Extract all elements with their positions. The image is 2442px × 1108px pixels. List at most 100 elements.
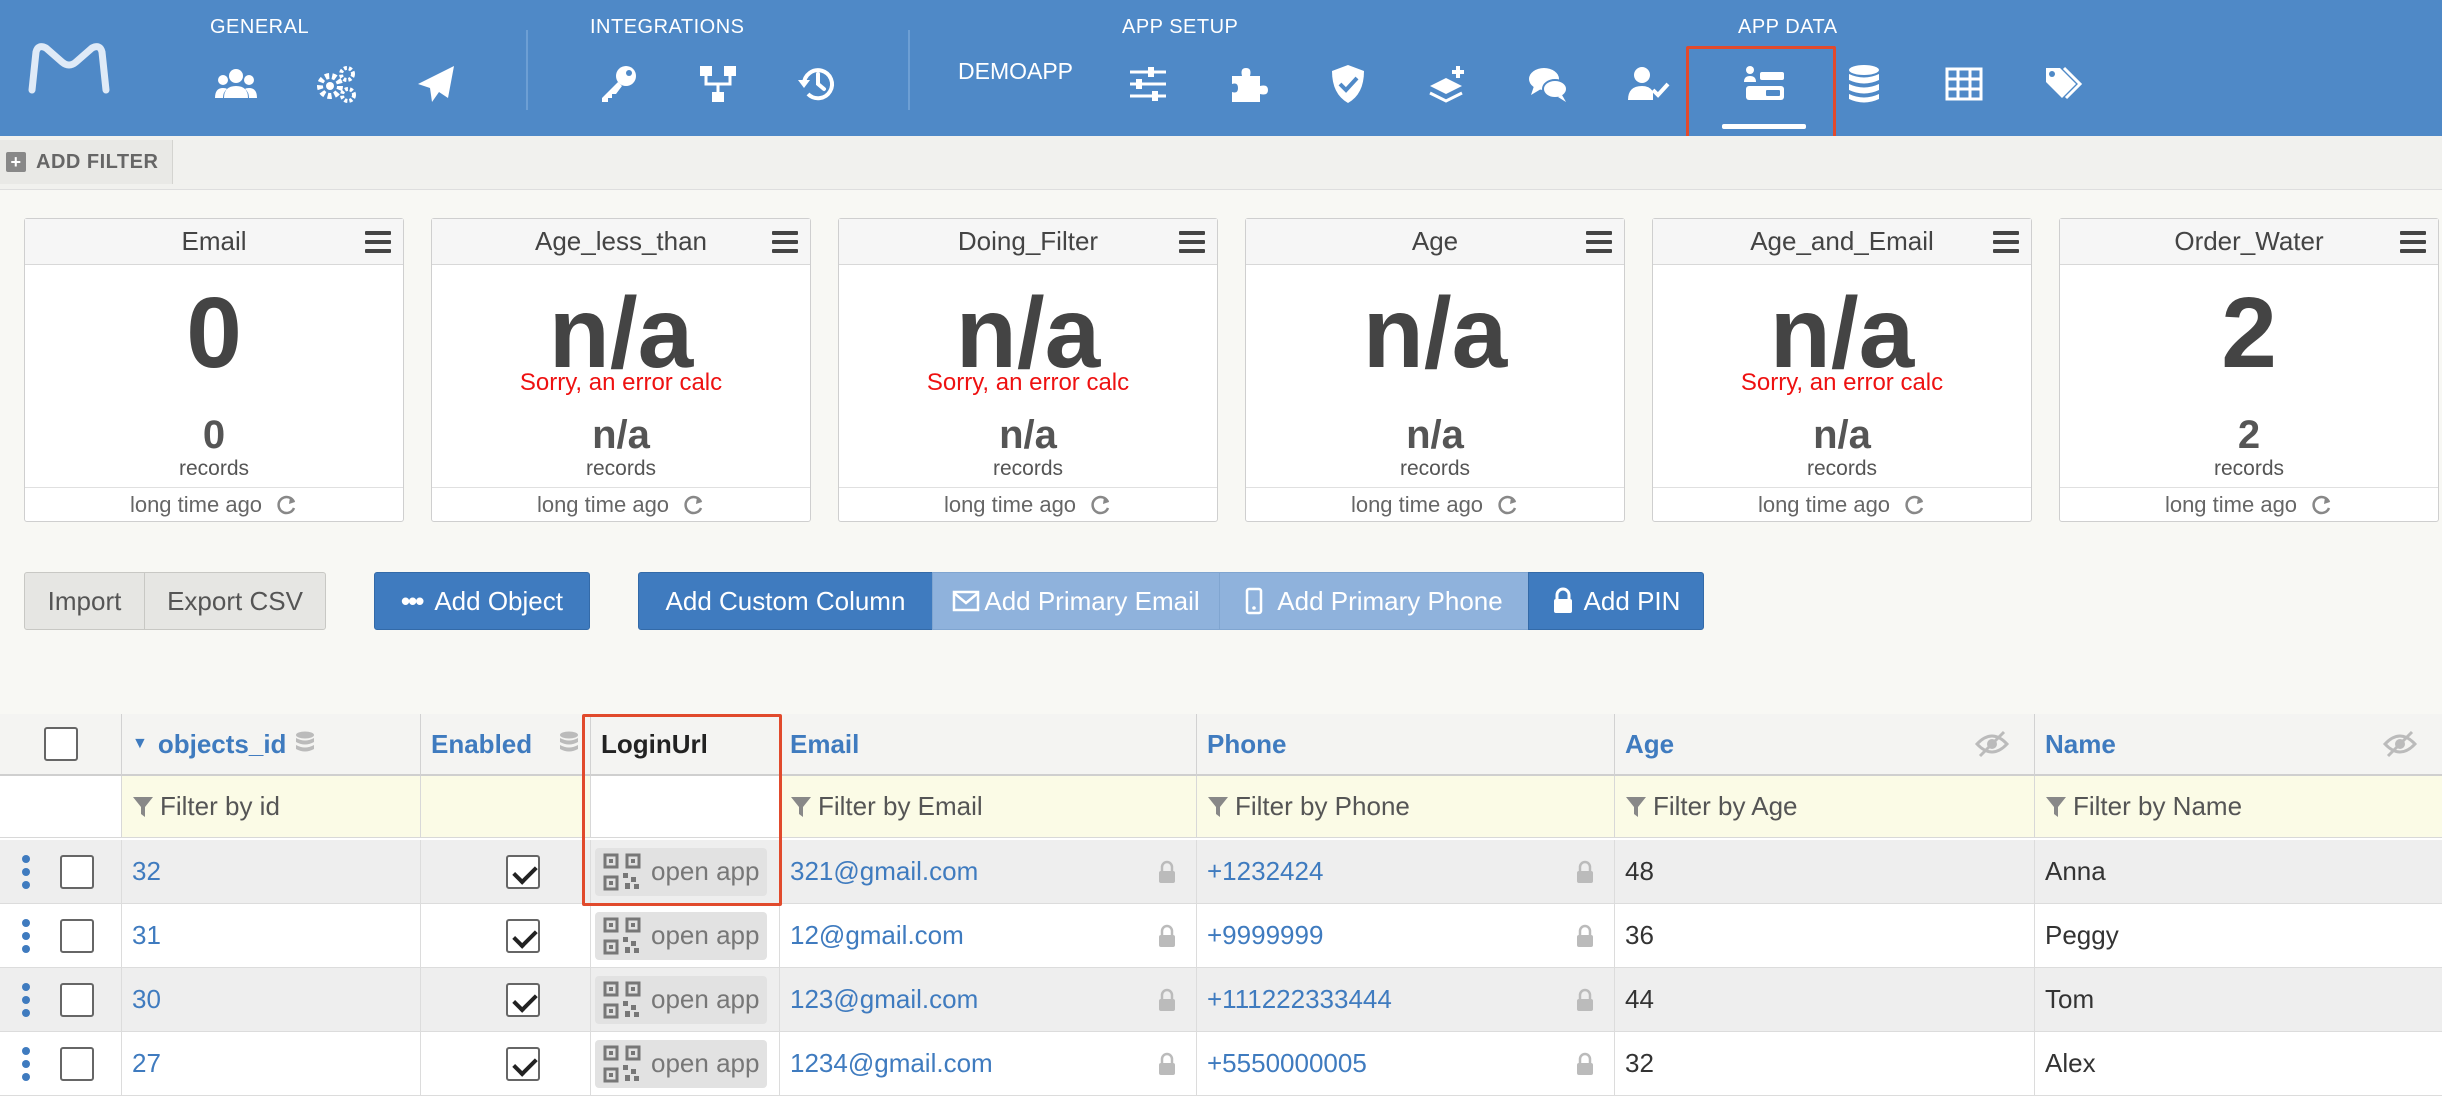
name-cell[interactable]: Tom bbox=[2035, 968, 2442, 1032]
refresh-icon[interactable] bbox=[683, 494, 705, 516]
enabled-checkbox[interactable] bbox=[506, 1046, 540, 1081]
hamburger-menu-icon[interactable] bbox=[772, 231, 798, 253]
enabled-cell bbox=[421, 904, 591, 968]
add-primary-phone-button[interactable]: Add Primary Phone bbox=[1219, 572, 1529, 630]
row-checkbox[interactable] bbox=[60, 982, 94, 1017]
objects-table: ▼ objects_id Enabled LoginUrl Email Phon… bbox=[0, 714, 2442, 1108]
open-app-button[interactable]: open app bbox=[595, 1039, 768, 1088]
email-cell[interactable]: 321@gmail.com bbox=[780, 840, 1197, 904]
add-filter-label: ADD FILTER bbox=[36, 150, 159, 173]
filter-phone-input[interactable]: Filter by Phone bbox=[1197, 776, 1615, 838]
add-object-button[interactable]: ••• Add Object bbox=[374, 572, 590, 630]
export-csv-button[interactable]: Export CSV bbox=[144, 572, 326, 630]
column-header-phone[interactable]: Phone bbox=[1197, 714, 1615, 776]
column-header-loginurl[interactable]: LoginUrl bbox=[591, 714, 780, 776]
nav-divider bbox=[908, 30, 910, 110]
widget-value: 0 bbox=[186, 277, 242, 389]
name-cell[interactable]: Anna bbox=[2035, 840, 2442, 904]
age-cell[interactable]: 44 bbox=[1615, 968, 2035, 1032]
enabled-checkbox[interactable] bbox=[506, 982, 540, 1017]
puzzle-icon[interactable] bbox=[1220, 56, 1276, 112]
enabled-checkbox[interactable] bbox=[506, 918, 540, 953]
hamburger-menu-icon[interactable] bbox=[365, 231, 391, 253]
refresh-icon[interactable] bbox=[1497, 494, 1519, 516]
add-primary-email-button[interactable]: Add Primary Email bbox=[932, 572, 1220, 630]
sliders-icon[interactable] bbox=[1120, 56, 1176, 112]
tags-icon[interactable] bbox=[2036, 56, 2092, 112]
eye-slash-icon[interactable] bbox=[1974, 730, 2010, 758]
chat-icon[interactable] bbox=[1520, 56, 1576, 112]
add-custom-column-button[interactable]: Add Custom Column bbox=[638, 572, 933, 630]
history-icon[interactable] bbox=[790, 56, 846, 112]
column-header-email[interactable]: Email bbox=[780, 714, 1197, 776]
hamburger-menu-icon[interactable] bbox=[2400, 231, 2426, 253]
column-header-label: Age bbox=[1625, 728, 1675, 759]
age-cell[interactable]: 48 bbox=[1615, 840, 2035, 904]
filter-name-input[interactable]: Filter by Name bbox=[2035, 776, 2442, 838]
email-cell[interactable]: 12@gmail.com bbox=[780, 904, 1197, 968]
email-cell[interactable]: 123@gmail.com bbox=[780, 968, 1197, 1032]
row-menu-icon[interactable] bbox=[22, 854, 30, 889]
hamburger-menu-icon[interactable] bbox=[1179, 231, 1205, 253]
open-app-button[interactable]: open app bbox=[595, 847, 768, 896]
filter-age-input[interactable]: Filter by Age bbox=[1615, 776, 2035, 838]
user-check-icon[interactable] bbox=[1620, 56, 1676, 112]
row-id-link[interactable]: 32 bbox=[122, 840, 421, 904]
lock-icon bbox=[1577, 1052, 1593, 1075]
key-icon[interactable] bbox=[590, 56, 646, 112]
row-menu-icon[interactable] bbox=[22, 982, 30, 1017]
row-checkbox[interactable] bbox=[60, 918, 94, 953]
refresh-icon[interactable] bbox=[1090, 494, 1112, 516]
select-all-checkbox[interactable] bbox=[43, 727, 78, 761]
row-checkbox[interactable] bbox=[60, 854, 94, 889]
phone-cell[interactable]: +9999999 bbox=[1197, 904, 1615, 968]
layers-plus-icon[interactable] bbox=[1420, 56, 1476, 112]
open-app-button[interactable]: open app bbox=[595, 975, 768, 1024]
widget-updated: long time ago bbox=[2164, 491, 2298, 517]
column-header-name[interactable]: Name bbox=[2035, 714, 2442, 776]
hamburger-menu-icon[interactable] bbox=[1586, 231, 1612, 253]
refresh-icon[interactable] bbox=[1904, 494, 1926, 516]
filter-id-input[interactable]: Filter by id bbox=[122, 776, 421, 838]
row-checkbox[interactable] bbox=[60, 1046, 94, 1081]
age-cell[interactable]: 32 bbox=[1615, 1032, 2035, 1096]
app-name-link[interactable]: DEMOAPP bbox=[958, 58, 1073, 85]
open-app-button[interactable]: open app bbox=[595, 911, 768, 960]
column-header-objects-id[interactable]: ▼ objects_id bbox=[122, 714, 421, 776]
column-header-enabled[interactable]: Enabled bbox=[421, 714, 591, 776]
column-header-age[interactable]: Age bbox=[1615, 714, 2035, 776]
row-menu-icon[interactable] bbox=[22, 918, 30, 953]
app-logo[interactable] bbox=[26, 38, 112, 98]
hamburger-menu-icon[interactable] bbox=[1993, 231, 2019, 253]
refresh-icon[interactable] bbox=[2311, 494, 2333, 516]
shield-check-icon[interactable] bbox=[1320, 56, 1376, 112]
phone-cell[interactable]: +111222333444 bbox=[1197, 968, 1615, 1032]
sitemap-icon[interactable] bbox=[690, 56, 746, 112]
email-cell[interactable]: 1234@gmail.com bbox=[780, 1032, 1197, 1096]
phone-cell[interactable]: +5550000005 bbox=[1197, 1032, 1615, 1096]
users-icon[interactable] bbox=[208, 56, 264, 112]
filter-email-input[interactable]: Filter by Email bbox=[780, 776, 1197, 838]
database-icon[interactable] bbox=[1836, 56, 1892, 112]
widget-records-label: records bbox=[992, 457, 1064, 480]
widget-records-count: n/a bbox=[999, 413, 1057, 457]
name-cell[interactable]: Peggy bbox=[2035, 904, 2442, 968]
phone-cell[interactable]: +1232424 bbox=[1197, 840, 1615, 904]
gears-icon[interactable] bbox=[308, 56, 364, 112]
send-icon[interactable] bbox=[408, 56, 464, 112]
add-pin-button[interactable]: Add PIN bbox=[1528, 572, 1704, 630]
row-menu-icon[interactable] bbox=[22, 1046, 30, 1081]
import-button[interactable]: Import bbox=[24, 572, 145, 630]
row-id-link[interactable]: 31 bbox=[122, 904, 421, 968]
name-cell[interactable]: Alex bbox=[2035, 1032, 2442, 1096]
row-id-link[interactable]: 30 bbox=[122, 968, 421, 1032]
table-grid-icon[interactable] bbox=[1936, 56, 1992, 112]
add-filter-button[interactable]: + ADD FILTER bbox=[0, 140, 174, 184]
refresh-icon[interactable] bbox=[276, 494, 298, 516]
enabled-checkbox[interactable] bbox=[506, 854, 540, 889]
row-id-link[interactable]: 27 bbox=[122, 1032, 421, 1096]
age-cell[interactable]: 36 bbox=[1615, 904, 2035, 968]
lock-icon bbox=[1159, 1052, 1175, 1075]
objects-list-icon[interactable] bbox=[1736, 56, 1792, 112]
eye-slash-icon[interactable] bbox=[2382, 730, 2418, 758]
